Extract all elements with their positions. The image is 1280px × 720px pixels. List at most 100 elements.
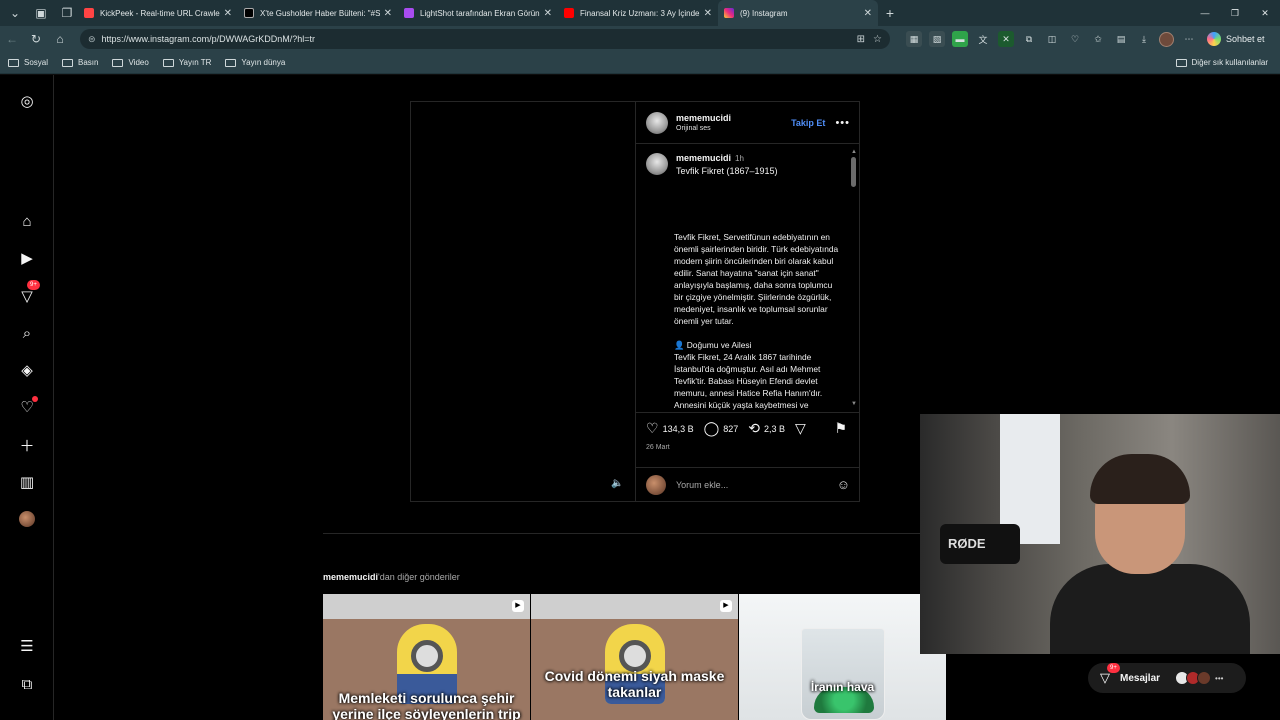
settings-more-icon[interactable]: ⋯ — [1181, 31, 1197, 47]
window-controls: — ❐ ✕ — [1190, 0, 1280, 26]
close-tab-icon[interactable]: ✕ — [384, 8, 392, 19]
site-info-icon[interactable]: ⊜ — [88, 34, 96, 45]
username-link[interactable]: mememucidi — [676, 153, 731, 163]
instagram-favicon-icon — [724, 8, 734, 18]
extension-icon[interactable]: ✕ — [998, 31, 1014, 47]
home-icon[interactable]: ⌂ — [48, 32, 72, 46]
messages-pill[interactable]: ▽ 9+ Mesajlar ••• — [1088, 663, 1246, 693]
extension-icon[interactable]: ▧ — [929, 31, 945, 47]
grid-post[interactable]: ▶ Memleketi sorulunca şehir yerine ilçe … — [323, 594, 530, 720]
close-tab-icon[interactable]: ✕ — [224, 8, 232, 19]
bookmark-icon: ⚑ — [834, 420, 847, 436]
reel-icon: ▶ — [720, 600, 732, 612]
extension-icon[interactable]: ▦ — [906, 31, 922, 47]
more-icon: ••• — [1215, 673, 1224, 683]
address-bar[interactable]: ⊜ https://www.instagram.com/p/DWWAGrKDDn… — [80, 29, 890, 49]
post-caption: İranın hava — [810, 680, 875, 694]
reel-video[interactable]: 🔈 — [411, 102, 636, 501]
comment-input[interactable]: Yorum ekle... — [676, 480, 728, 490]
browser-essentials-icon[interactable]: ♡ — [1067, 31, 1083, 47]
notifications-heart-icon[interactable]: ♡ — [17, 396, 38, 417]
browser-tab[interactable]: X'te Gusholder Haber Bülteni: "#Si ✕ — [238, 0, 398, 26]
browser-tab[interactable]: KickPeek - Real-time URL Crawler ✕ — [78, 0, 238, 26]
browser-tab[interactable]: LightShot tarafından Ekran Görün ✕ — [398, 0, 558, 26]
collections-icon[interactable]: ▤ — [1113, 31, 1129, 47]
tab-actions-menu-icon[interactable]: ⌄ — [4, 2, 26, 24]
avatar[interactable] — [646, 111, 668, 134]
username-link[interactable]: mememucidi — [676, 113, 731, 123]
caption-body: Tevfik Fikret, Servetifünun edebiyatının… — [674, 231, 842, 412]
scrollbar-thumb[interactable] — [851, 157, 856, 187]
maximize-icon[interactable]: ❐ — [1220, 0, 1250, 26]
search-icon[interactable]: ⌕ — [17, 323, 37, 343]
close-window-icon[interactable]: ✕ — [1250, 0, 1280, 26]
audio-label[interactable]: Orijinal ses — [676, 125, 731, 132]
save-button[interactable]: ⚑ — [834, 420, 851, 437]
explore-icon[interactable]: ◈ — [17, 360, 37, 380]
create-icon[interactable]: ＋ — [17, 435, 37, 455]
profile-avatar[interactable] — [1159, 31, 1174, 47]
instagram-logo-icon[interactable]: ◎ — [17, 91, 37, 111]
copilot-button[interactable]: Sohbet et — [1207, 29, 1273, 49]
emoji-icon[interactable]: ☺ — [837, 477, 850, 492]
scroll-up-icon[interactable]: ▲ — [851, 149, 857, 155]
bookmark-folder[interactable]: Yayın dünya — [225, 58, 285, 67]
bookmark-folder[interactable]: Video — [112, 58, 149, 67]
repost-button[interactable]: ⟲ 2,3 B — [748, 420, 785, 437]
username-link[interactable]: mememucidi — [323, 572, 378, 582]
favorites-icon[interactable]: ✩ — [1090, 31, 1106, 47]
dashboard-icon[interactable]: ▥ — [17, 472, 37, 492]
app-available-icon[interactable]: ⊞ — [857, 34, 865, 45]
browser-tab[interactable]: Finansal Kriz Uzmanı: 3 Ay İçinde ✕ — [558, 0, 718, 26]
like-button[interactable]: ♡ 134,3 B — [646, 420, 694, 437]
other-bookmarks-folder[interactable]: Diğer sık kullanılanlar — [1175, 58, 1268, 67]
close-tab-icon[interactable]: ✕ — [864, 8, 872, 19]
bookmark-folder[interactable]: Yayın TR — [162, 58, 212, 67]
avatar[interactable] — [646, 153, 668, 175]
caption-scrollbar[interactable]: ▲ ▼ — [851, 149, 857, 407]
close-tab-icon[interactable]: ✕ — [544, 8, 552, 19]
translate-icon[interactable]: 文 — [975, 31, 991, 47]
browser-tab-active[interactable]: (9) Instagram ✕ — [718, 0, 878, 26]
avatar — [646, 474, 666, 495]
profile-nav[interactable] — [17, 509, 37, 529]
audio-toggle-icon[interactable]: 🔈 — [611, 478, 623, 489]
messages-icon[interactable]: ▽ 9+ — [17, 280, 40, 306]
grid-post[interactable]: ▶ Covid dönemi siyah maske takanlar — [531, 594, 738, 720]
comment-box: Yorum ekle... ☺ — [636, 467, 860, 501]
avatar — [1197, 671, 1212, 685]
new-tab-button[interactable]: + — [878, 5, 902, 21]
scroll-down-icon[interactable]: ▼ — [851, 401, 857, 407]
follow-button[interactable]: Takip Et — [791, 118, 825, 128]
extensions-puzzle-icon[interactable]: ⧉ — [1021, 31, 1037, 47]
caption-time: 1h — [735, 154, 744, 163]
back-icon[interactable]: ← — [0, 32, 24, 46]
extension-icon[interactable]: ▬ — [952, 31, 968, 47]
bookmark-label: Yayın TR — [178, 58, 212, 67]
comment-button[interactable]: ◯ 827 — [704, 420, 739, 437]
caption-header: mememucidi 1h Tevfik Fikret (1867–1915) — [646, 153, 778, 176]
kickpeek-favicon-icon — [84, 8, 94, 18]
reels-icon[interactable]: ▶ — [17, 248, 37, 268]
more-options-icon[interactable]: ••• — [835, 117, 850, 129]
caption-meta: mememucidi 1h Tevfik Fikret (1867–1915) — [676, 153, 778, 176]
bookmark-folder[interactable]: Basın — [62, 58, 98, 67]
close-tab-icon[interactable]: ✕ — [704, 8, 712, 19]
bookmark-folder[interactable]: Sosyal — [8, 58, 48, 67]
tab-title: (9) Instagram — [740, 8, 788, 18]
caption-area[interactable]: mememucidi 1h Tevfik Fikret (1867–1915) T… — [636, 145, 860, 413]
post-header: mememucidi Orijinal ses Takip Et ••• — [636, 102, 860, 144]
also-from-meta-icon[interactable]: ⧉ — [17, 674, 37, 694]
more-menu-icon[interactable]: ☰ — [17, 636, 37, 656]
share-button[interactable]: ▽ — [795, 420, 810, 437]
minimize-icon[interactable]: — — [1190, 0, 1220, 26]
downloads-icon[interactable]: ⤓ — [1136, 31, 1152, 47]
post-date[interactable]: 26 Mart — [646, 444, 670, 451]
split-screen-icon[interactable]: ◫ — [1044, 31, 1060, 47]
tab-view-icon[interactable]: ❐ — [56, 2, 78, 24]
workspaces-icon[interactable]: ▣ — [30, 2, 52, 24]
favorite-star-icon[interactable]: ☆ — [873, 34, 882, 45]
grid-post[interactable]: İranın hava — [739, 594, 946, 720]
reload-icon[interactable]: ↻ — [24, 32, 48, 46]
home-icon[interactable]: ⌂ — [17, 211, 37, 231]
